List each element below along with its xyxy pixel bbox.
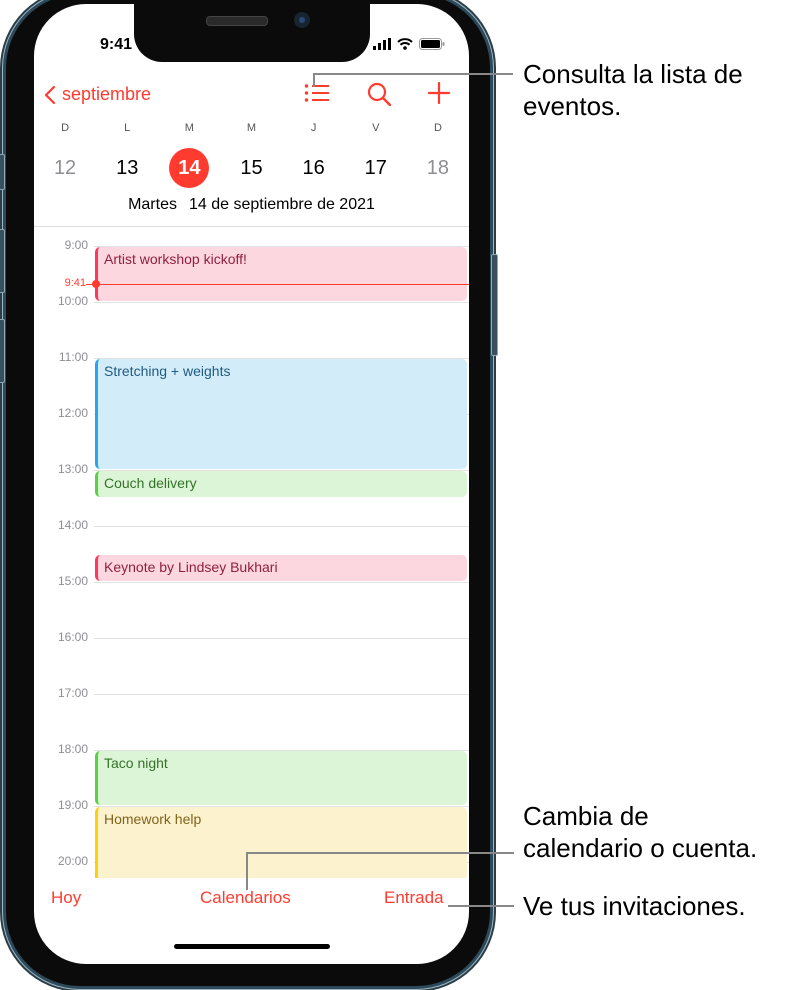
day-cell[interactable]: 13 <box>96 150 158 186</box>
hour-row: 17:00 <box>34 686 469 700</box>
home-indicator <box>174 944 330 949</box>
inbox-button[interactable]: Entrada <box>384 888 444 908</box>
callout-list-events: Consulta la lista de eventos. <box>523 58 743 122</box>
weekday-header: D L M M J V D <box>34 122 469 134</box>
speaker <box>206 16 268 26</box>
selected-date: Martes 14 de septiembre de 2021 <box>34 196 469 214</box>
callout-leader-list <box>313 73 513 75</box>
calendar-event[interactable]: Taco night <box>95 751 467 805</box>
calendars-button[interactable]: Calendarios <box>200 888 291 908</box>
hour-label: 15:00 <box>57 574 88 588</box>
callout-text: Ve tus invitaciones. <box>523 891 746 921</box>
event-title: Artist workshop kickoff! <box>104 251 247 267</box>
event-title: Taco night <box>104 755 168 771</box>
current-time-line <box>86 284 469 286</box>
calendar-event[interactable]: Couch delivery <box>95 471 467 497</box>
day-timeline[interactable]: 9:00 10:00 11:00 12:00 13:00 14:00 15:00 16:00 1… <box>34 228 469 878</box>
weekday-label: M <box>246 122 257 134</box>
event-title: Homework help <box>104 811 202 827</box>
hour-gridline <box>94 302 469 303</box>
day-cell[interactable]: 15 <box>220 150 282 186</box>
weekday-label: D <box>61 122 70 134</box>
list-icon[interactable] <box>304 82 330 104</box>
hour-label: 12:00 <box>57 406 88 420</box>
hour-label: 19:00 <box>57 798 88 812</box>
back-label: septiembre <box>62 84 152 104</box>
day-cell[interactable]: 17 <box>345 150 407 186</box>
calendar-event[interactable]: Homework help <box>95 807 467 878</box>
hour-row: 16:00 <box>34 630 469 644</box>
side-button <box>491 254 498 356</box>
cellular-signal-icon <box>373 38 391 50</box>
event-title: Stretching + weights <box>104 363 231 379</box>
search-icon[interactable] <box>367 82 391 106</box>
battery-icon <box>419 38 445 50</box>
today-button[interactable]: Hoy <box>51 888 81 908</box>
day-cell-today[interactable]: 14 <box>158 148 220 188</box>
hour-row: 15:00 <box>34 574 469 588</box>
event-title: Couch delivery <box>104 475 197 491</box>
weekday-label: L <box>124 122 131 134</box>
back-to-month-button[interactable]: septiembre <box>44 84 151 105</box>
hour-gridline <box>94 638 469 639</box>
callout-calendars: Cambia de calendario o cuenta. <box>523 800 757 864</box>
volume-down-button <box>0 319 5 383</box>
day-cell[interactable]: 16 <box>283 150 345 186</box>
day-cell[interactable]: 12 <box>34 150 96 186</box>
screen: 9:41 septiembre D L M M J V D 12 13 14 1… <box>34 4 469 964</box>
current-time-label: 9:41 <box>64 277 86 290</box>
status-icons <box>373 38 445 50</box>
chevron-left-icon <box>44 85 56 104</box>
calendar-event[interactable]: Artist workshop kickoff! <box>95 247 467 301</box>
hour-gridline <box>94 582 469 583</box>
status-time: 9:41 <box>100 36 133 53</box>
hour-label: 20:00 <box>57 854 88 868</box>
hour-label: 13:00 <box>57 462 88 476</box>
hour-gridline <box>94 694 469 695</box>
weekday-label: J <box>310 122 317 134</box>
mute-switch <box>0 154 5 190</box>
front-camera <box>294 12 310 28</box>
calendar-event[interactable]: Stretching + weights <box>95 359 467 469</box>
callout-leader-calendars-vertical <box>246 852 248 890</box>
callout-text: Cambia de <box>523 801 649 831</box>
weekday-label: D <box>433 122 442 134</box>
hour-row: 14:00 <box>34 518 469 532</box>
callout-leader-list-vertical <box>313 73 315 87</box>
divider <box>34 226 469 227</box>
hour-label: 16:00 <box>57 630 88 644</box>
iphone-frame: 9:41 septiembre D L M M J V D 12 13 14 1… <box>0 0 498 986</box>
day-cell[interactable]: 18 <box>407 150 469 186</box>
plus-icon[interactable] <box>428 82 450 104</box>
callout-text: calendario o cuenta. <box>523 833 758 863</box>
callout-leader-calendars <box>246 852 514 854</box>
hour-label: 10:00 <box>57 294 88 308</box>
selected-weekday: Martes <box>128 196 177 213</box>
hour-gridline <box>94 526 469 527</box>
weekday-label: V <box>372 122 380 134</box>
notch <box>134 4 370 62</box>
hour-label: 14:00 <box>57 518 88 532</box>
selected-full-date: 14 de septiembre de 2021 <box>188 196 375 213</box>
callout-inbox: Ve tus invitaciones. <box>523 890 746 922</box>
volume-up-button <box>0 229 5 293</box>
bottom-toolbar: Hoy Calendarios Entrada <box>34 888 469 918</box>
event-title: Keynote by Lindsey Bukhari <box>104 559 278 575</box>
current-time-indicator: 9:41 <box>34 277 469 289</box>
week-days-row: 12 13 14 15 16 17 18 <box>34 148 469 188</box>
weekday-label: M <box>184 122 194 134</box>
callout-text: eventos. <box>523 91 622 121</box>
hour-label: 11:00 <box>58 350 88 364</box>
hour-row: 10:00 <box>34 294 469 308</box>
hour-label: 9:00 <box>64 238 88 252</box>
callout-leader-inbox <box>448 905 514 907</box>
hour-label: 17:00 <box>57 686 88 700</box>
wifi-icon <box>397 38 413 50</box>
callout-text: Consulta la lista de <box>523 59 743 89</box>
calendar-event[interactable]: Keynote by Lindsey Bukhari <box>95 555 467 581</box>
hour-label: 18:00 <box>57 742 88 756</box>
